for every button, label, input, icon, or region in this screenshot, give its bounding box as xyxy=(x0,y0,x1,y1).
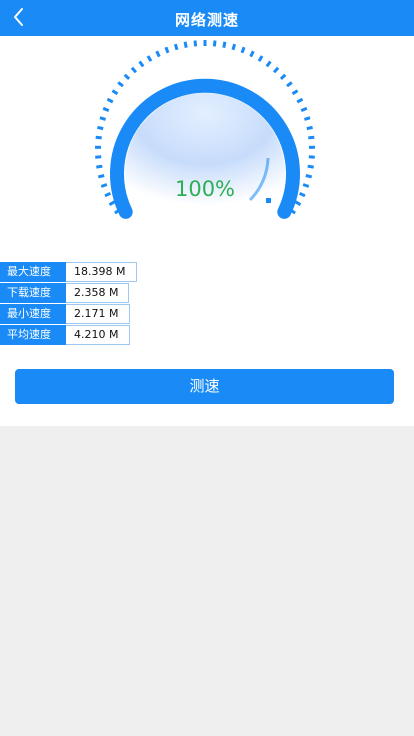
gauge-tick xyxy=(291,89,299,96)
stat-value: 18.398 M xyxy=(66,262,137,282)
gauge-tick xyxy=(193,40,198,47)
gauge-tick xyxy=(106,97,114,104)
gauge-tick xyxy=(272,66,280,74)
gauge-tick xyxy=(123,73,131,80)
gauge-tick xyxy=(155,50,161,58)
gauge-tick xyxy=(307,164,314,169)
gauge-tick xyxy=(306,125,313,131)
gauge-tick xyxy=(104,191,112,198)
gauge-tick xyxy=(300,106,308,112)
stat-value: 2.171 M xyxy=(66,304,130,324)
gauge-tick xyxy=(111,89,119,96)
gauge-tick xyxy=(249,50,255,58)
top-nav-bar: 网络测速 xyxy=(0,0,414,36)
gauge-tick xyxy=(240,46,246,54)
page-title: 网络测速 xyxy=(174,11,239,29)
gauge-tick xyxy=(138,60,145,68)
gauge-tick xyxy=(95,135,102,140)
stat-label: 最小速度 xyxy=(0,304,66,324)
speed-test-panel: 100% 最大速度 18.398 M 下载速度 2.358 M 最小速度 2.1… xyxy=(0,36,414,426)
gauge-tick xyxy=(173,43,179,51)
gauge-tick xyxy=(294,200,302,206)
gauge-tick xyxy=(286,81,293,88)
speed-gauge xyxy=(94,40,316,219)
gauge-tick xyxy=(146,55,153,62)
gauge-tick xyxy=(308,135,315,140)
gauge-tick xyxy=(222,41,227,48)
gauge-tick xyxy=(164,46,170,54)
gauge-tick xyxy=(302,183,310,188)
gauge-tick xyxy=(97,174,105,179)
gauge-tick xyxy=(257,55,264,62)
stat-value: 4.210 M xyxy=(66,325,130,345)
stat-label: 最大速度 xyxy=(0,262,66,282)
stat-label: 下载速度 xyxy=(0,283,66,303)
stat-label: 平均速度 xyxy=(0,325,66,345)
stat-value: 2.358 M xyxy=(66,283,129,303)
gauge-tick xyxy=(296,97,304,104)
gauge-tick xyxy=(130,66,138,74)
gauge-tick xyxy=(100,183,108,188)
gauge-tick xyxy=(183,41,188,48)
gauge-tick xyxy=(117,81,124,88)
gauge-tick xyxy=(303,116,311,121)
gauge-tick xyxy=(99,116,107,121)
gauge-tick xyxy=(265,60,272,68)
gauge-tick xyxy=(279,73,287,80)
gauge-tick xyxy=(305,174,313,179)
gauge-tick xyxy=(212,40,217,47)
gauge-tick xyxy=(102,106,110,112)
gauge-tick xyxy=(96,164,103,169)
gauge-tick xyxy=(298,191,306,198)
start-speed-test-button[interactable]: 测速 xyxy=(15,369,394,404)
speed-percent: 100% xyxy=(174,177,236,201)
gauge-tick xyxy=(108,200,116,206)
gauge-tick xyxy=(97,125,104,131)
gauge-tick xyxy=(231,43,237,51)
